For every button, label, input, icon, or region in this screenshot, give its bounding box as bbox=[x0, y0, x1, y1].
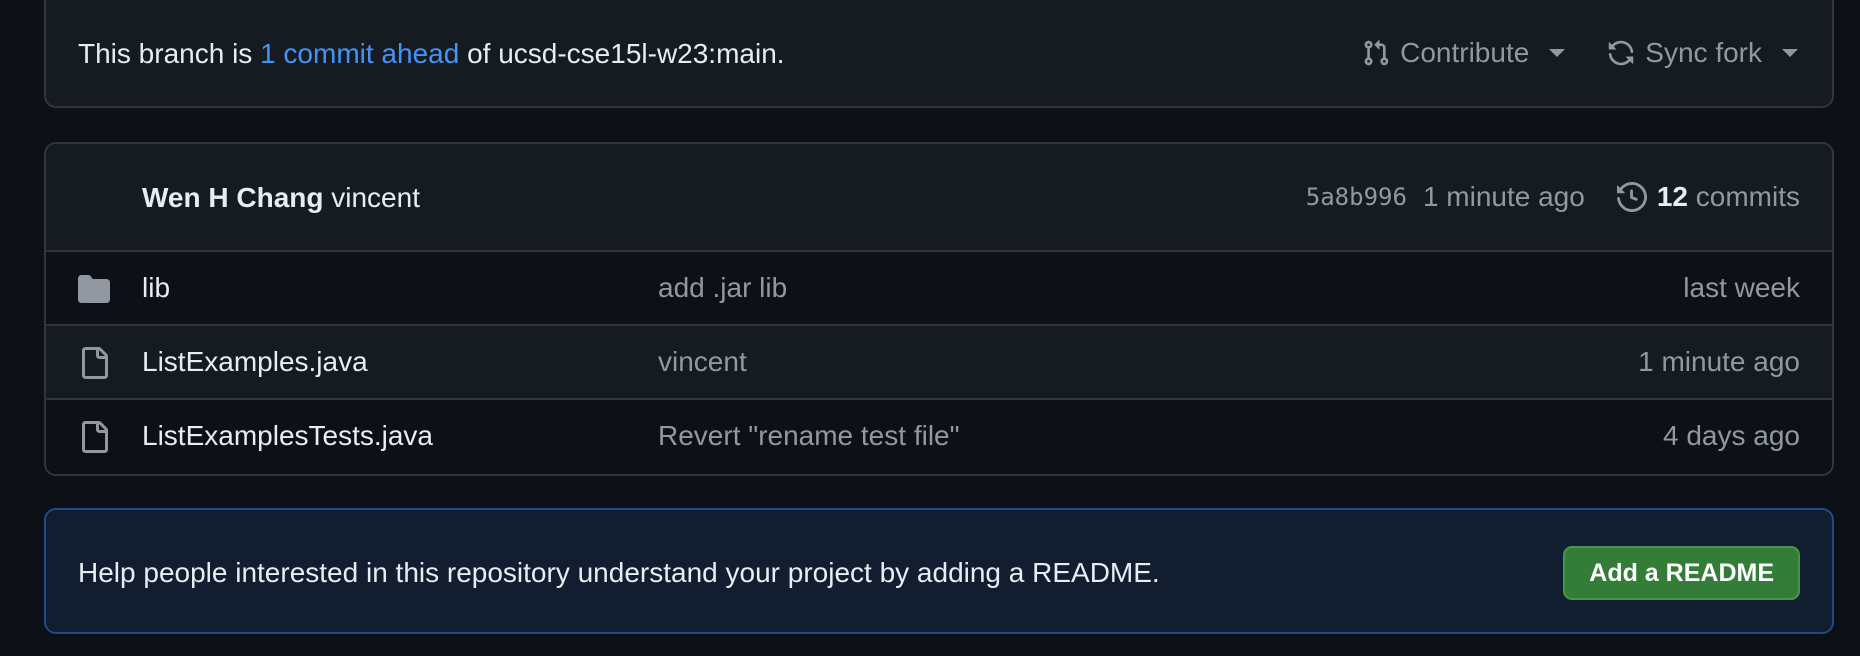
file-commit-time: 1 minute ago bbox=[1638, 346, 1800, 377]
file-commit-message[interactable]: add .jar lib bbox=[658, 270, 787, 306]
sync-icon bbox=[1609, 40, 1634, 66]
file-name[interactable]: lib bbox=[142, 270, 170, 306]
file-commit-time: last week bbox=[1683, 272, 1800, 303]
file-row[interactable]: lib add .jar lib last week bbox=[46, 252, 1832, 326]
commit-meta: 5a8b996 1 minute ago 12 commits bbox=[1306, 178, 1800, 216]
commits-history-link[interactable]: 12 commits bbox=[1616, 178, 1800, 216]
file-row[interactable]: ListExamples.java vincent 1 minute ago bbox=[46, 326, 1832, 400]
file-commit-time: 4 days ago bbox=[1663, 420, 1800, 451]
commit-author[interactable]: Wen H Chang bbox=[142, 182, 323, 213]
chevron-down-icon bbox=[1549, 49, 1566, 57]
commit-time: 1 minute ago bbox=[1422, 181, 1585, 212]
file-commit-message[interactable]: vincent bbox=[658, 344, 747, 380]
file-name[interactable]: ListExamplesTests.java bbox=[142, 418, 433, 454]
commits-label: commits bbox=[1695, 181, 1800, 212]
readme-banner: Help people interested in this repositor… bbox=[44, 508, 1834, 634]
file-table: Wen H Chang vincent 5a8b996 1 minute ago… bbox=[44, 142, 1834, 476]
commit-message[interactable]: vincent bbox=[331, 182, 420, 213]
sync-fork-button[interactable]: Sync fork bbox=[1607, 34, 1798, 72]
git-pull-request-icon bbox=[1364, 40, 1389, 66]
latest-commit-info: Wen H Chang vincent bbox=[142, 180, 420, 216]
file-row[interactable]: ListExamplesTests.java Revert "rename te… bbox=[46, 400, 1832, 474]
history-icon bbox=[1616, 182, 1647, 212]
branch-status-text: This branch is 1 commit ahead of ucsd-cs… bbox=[78, 36, 785, 72]
commits-ahead-link[interactable]: 1 commit ahead bbox=[260, 38, 459, 69]
contribute-label: Contribute bbox=[1400, 37, 1530, 68]
sync-fork-label: Sync fork bbox=[1645, 37, 1762, 68]
file-commit-message[interactable]: Revert "rename test file" bbox=[658, 418, 960, 454]
folder-icon bbox=[78, 275, 110, 303]
file-icon bbox=[82, 347, 108, 379]
commits-count: 12 bbox=[1656, 181, 1688, 212]
latest-commit-header: Wen H Chang vincent 5a8b996 1 minute ago… bbox=[46, 144, 1832, 252]
file-icon bbox=[82, 421, 108, 453]
add-readme-button[interactable]: Add a README bbox=[1563, 546, 1800, 600]
branch-status-suffix: of ucsd-cse15l-w23:main. bbox=[459, 38, 785, 69]
branch-actions: Contribute Sync fork bbox=[1362, 34, 1798, 72]
commit-sha[interactable]: 5a8b996 bbox=[1306, 178, 1407, 216]
readme-banner-text: Help people interested in this repositor… bbox=[78, 557, 1160, 588]
page-left-gutter bbox=[0, 0, 44, 656]
file-name[interactable]: ListExamples.java bbox=[142, 344, 368, 380]
contribute-button[interactable]: Contribute bbox=[1362, 34, 1566, 72]
branch-status-prefix: This branch is bbox=[78, 38, 261, 69]
branch-status-box: This branch is 1 commit ahead of ucsd-cs… bbox=[44, 0, 1834, 108]
chevron-down-icon bbox=[1782, 49, 1798, 57]
